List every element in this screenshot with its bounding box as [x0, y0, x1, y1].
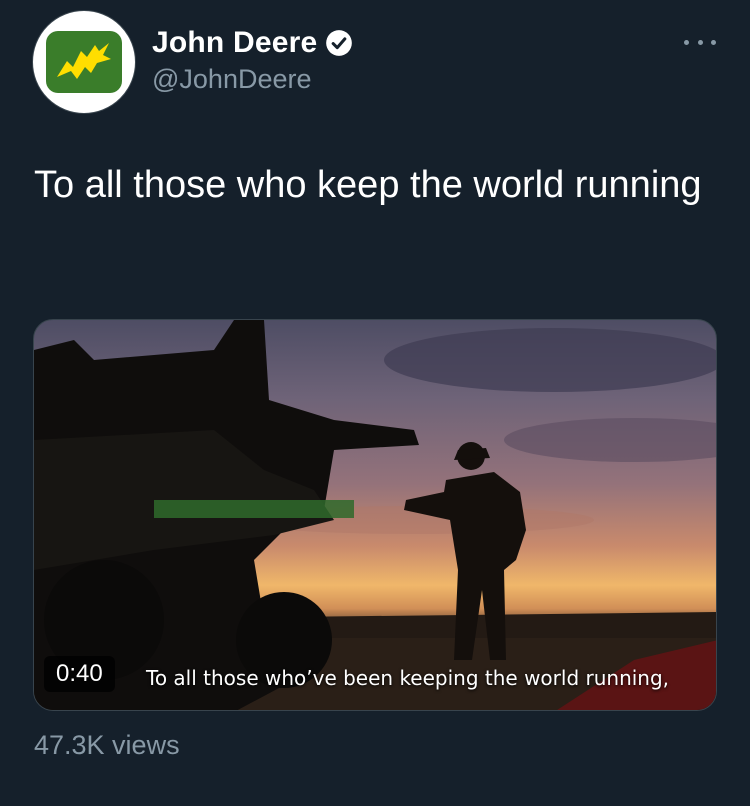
user-handle[interactable]: @JohnDeere — [152, 64, 312, 95]
tweet-text: To all those who keep the world running — [34, 164, 702, 206]
video-thumbnail — [34, 320, 716, 710]
video-duration: 0:40 — [44, 656, 115, 692]
view-count: 47.3K views — [34, 730, 180, 760]
avatar[interactable] — [32, 10, 136, 114]
video-player[interactable]: 0:40 To all those who’ve been keeping th… — [33, 319, 717, 711]
video-subtitle: To all those who’ve been keeping the wor… — [146, 666, 670, 690]
name-row: John Deere — [152, 26, 353, 60]
display-name[interactable]: John Deere — [152, 26, 317, 60]
more-options-icon[interactable] — [684, 34, 716, 50]
john-deere-logo — [46, 31, 122, 93]
verified-badge-icon — [326, 30, 353, 56]
